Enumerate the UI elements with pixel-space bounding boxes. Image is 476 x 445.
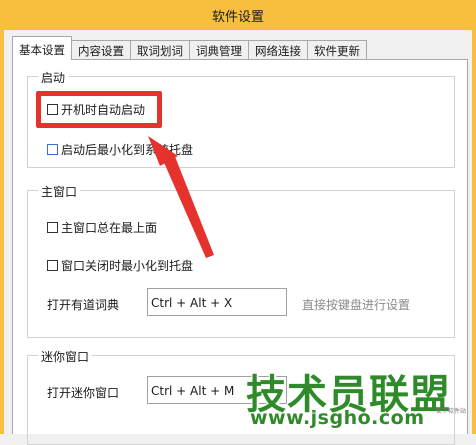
watermark-small-text: 安下软件站	[436, 408, 467, 415]
watermark-url: www.jsgho.com	[250, 407, 425, 429]
tab-basic-settings[interactable]: 基本设置	[12, 36, 72, 60]
arrow-shaft	[162, 154, 214, 258]
